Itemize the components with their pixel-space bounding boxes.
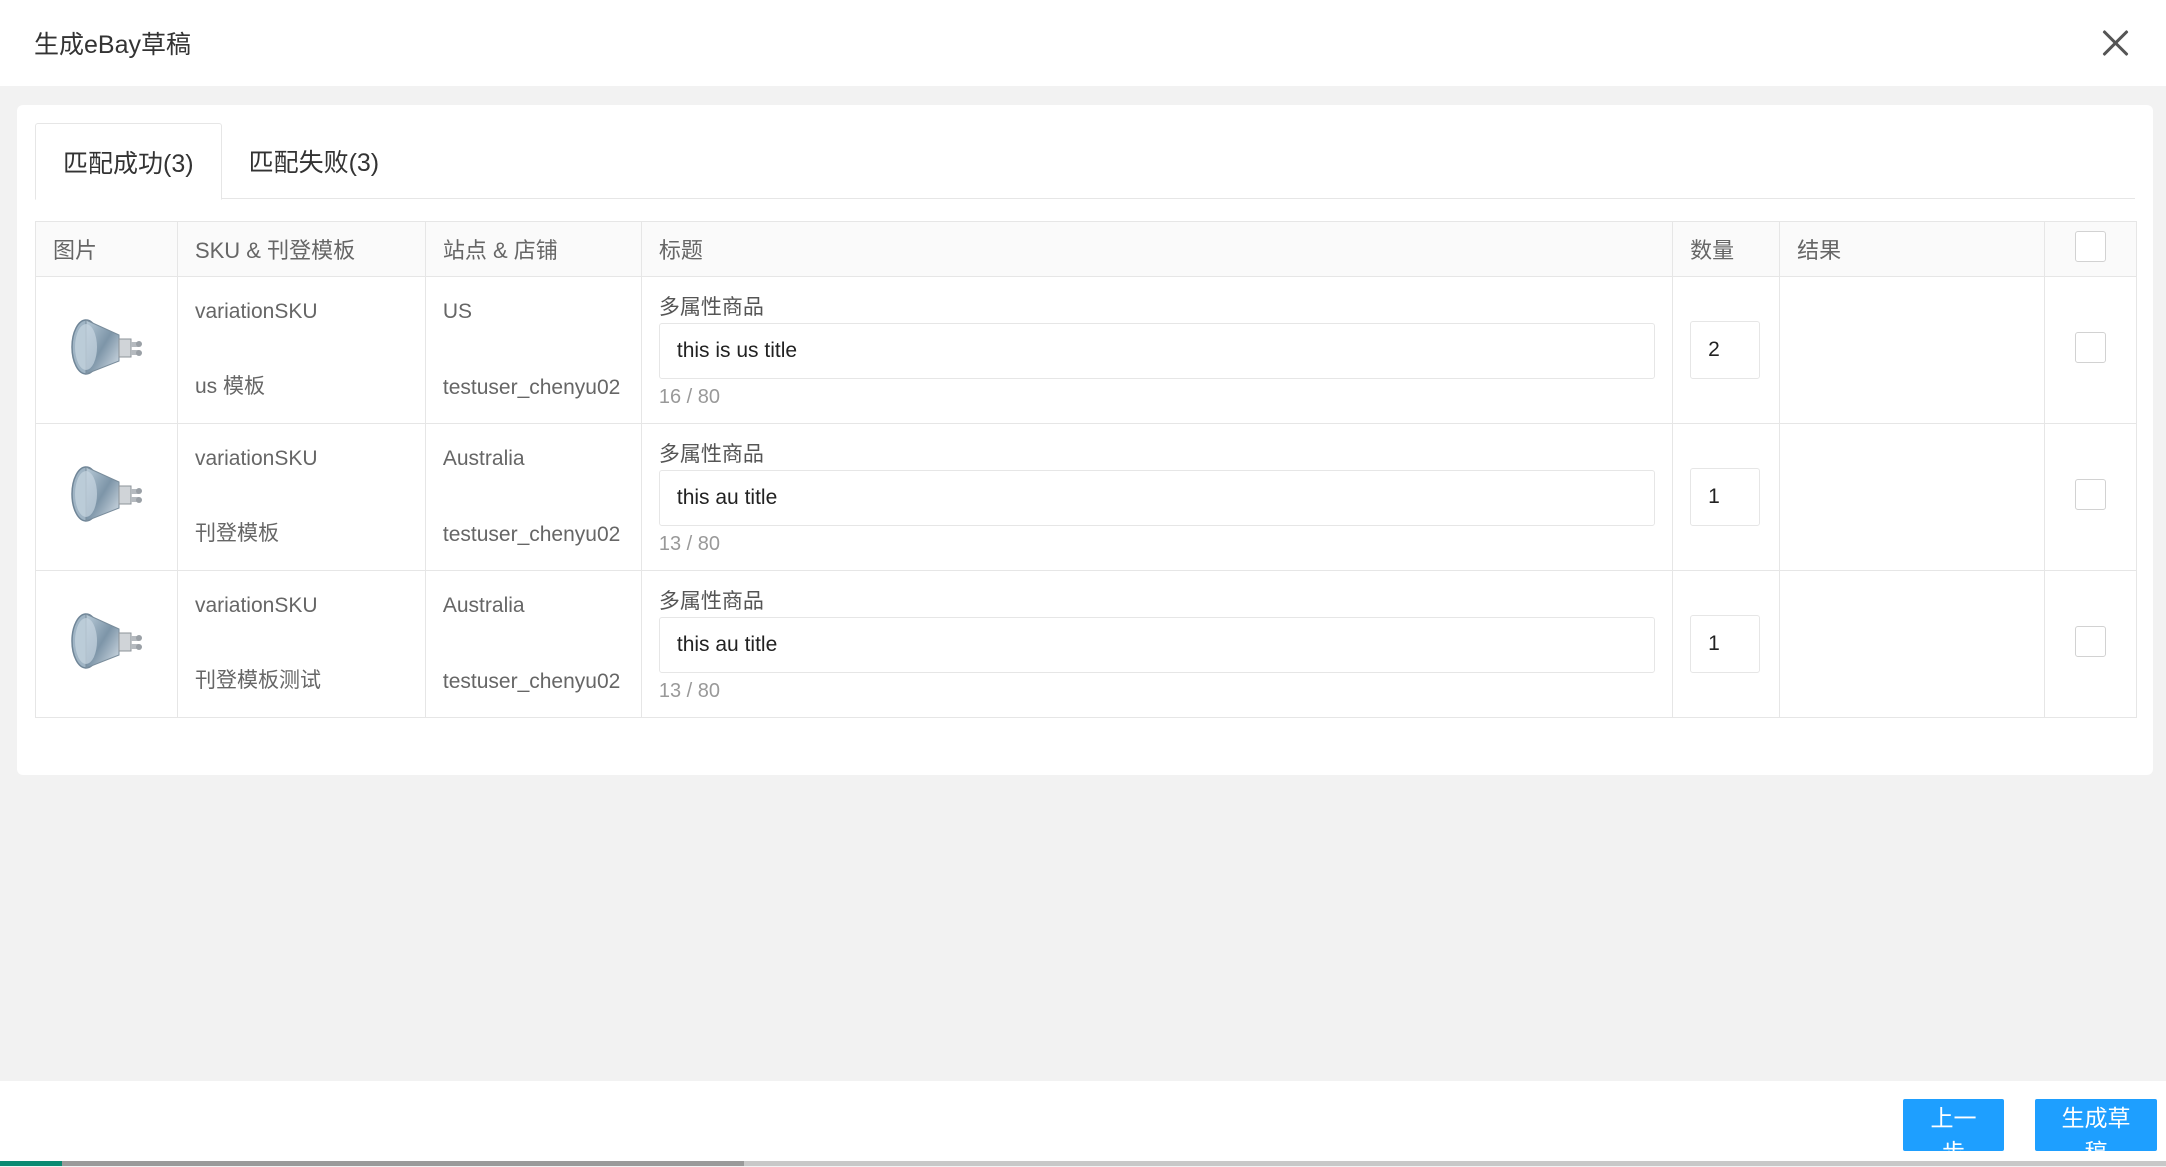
sku-value: variationSKU xyxy=(194,594,318,617)
title-type-label: 多属性商品 xyxy=(658,443,764,466)
image-cell xyxy=(35,276,178,424)
title-char-count: 13 / 80 xyxy=(658,533,721,555)
title-char-count: 13 / 80 xyxy=(658,680,721,702)
content-panel: 匹配成功(3) 匹配失败(3) 图片 SKU & 刊登模板 站点 & 店铺 标题… xyxy=(17,105,2153,775)
header-sku: SKU & 刊登模板 xyxy=(176,221,426,277)
select-all-checkbox[interactable] xyxy=(2074,230,2106,262)
site-value: US xyxy=(442,300,473,323)
site-value: Australia xyxy=(442,447,525,470)
header-select-all xyxy=(2043,221,2138,277)
table-row: variationSKU 刊登模板测试 Australia testuser_c… xyxy=(35,570,2138,718)
row-checkbox[interactable] xyxy=(2074,478,2106,510)
image-cell xyxy=(35,570,178,718)
dialog-title: 生成eBay草稿 xyxy=(34,31,191,59)
row-checkbox[interactable] xyxy=(2074,331,2106,363)
sku-value: variationSKU xyxy=(194,447,318,470)
title-input[interactable] xyxy=(658,470,1656,526)
site-value: Australia xyxy=(442,594,525,617)
select-cell xyxy=(2043,423,2138,571)
qty-cell xyxy=(1672,570,1781,718)
result-cell xyxy=(1779,570,2045,718)
quantity-input[interactable] xyxy=(1690,321,1761,379)
sku-cell: variationSKU us 模板 xyxy=(176,276,426,424)
sku-value: variationSKU xyxy=(194,300,318,323)
title-input[interactable] xyxy=(658,617,1656,673)
qty-cell xyxy=(1672,423,1781,571)
table-row: variationSKU us 模板 US testuser_chenyu02 … xyxy=(35,276,2138,424)
store-value: testuser_chenyu02 xyxy=(442,670,621,693)
sku-cell: variationSKU 刊登模板 xyxy=(176,423,426,571)
title-cell: 多属性商品 13 / 80 xyxy=(640,570,1674,718)
qty-cell xyxy=(1672,276,1781,424)
result-cell xyxy=(1779,276,2045,424)
select-cell xyxy=(2043,276,2138,424)
image-cell xyxy=(35,423,178,571)
store-value: testuser_chenyu02 xyxy=(442,376,621,399)
draft-table: 图片 SKU & 刊登模板 站点 & 店铺 标题 数量 结果 variation… xyxy=(35,221,2138,718)
tab-bar: 匹配成功(3) 匹配失败(3) xyxy=(35,123,2135,200)
generate-draft-button[interactable]: 生成草稿 xyxy=(2035,1099,2157,1165)
title-char-count: 16 / 80 xyxy=(658,386,721,408)
header-title: 标题 xyxy=(640,221,1674,277)
table-row: variationSKU 刊登模板 Australia testuser_che… xyxy=(35,423,2138,571)
quantity-input[interactable] xyxy=(1690,615,1761,673)
store-value: testuser_chenyu02 xyxy=(442,523,621,546)
template-value: us 模板 xyxy=(194,375,265,398)
dialog-footer: 上一步 生成草稿 xyxy=(0,1081,2166,1165)
bottom-strip xyxy=(0,1161,2166,1166)
title-type-label: 多属性商品 xyxy=(658,296,764,319)
site-cell: Australia testuser_chenyu02 xyxy=(424,423,642,571)
result-cell xyxy=(1779,423,2045,571)
table-header-row: 图片 SKU & 刊登模板 站点 & 店铺 标题 数量 结果 xyxy=(35,221,2138,277)
header-result: 结果 xyxy=(1779,221,2045,277)
row-checkbox[interactable] xyxy=(2074,625,2106,657)
bulb-icon xyxy=(71,319,143,375)
tab-match-success[interactable]: 匹配成功(3) xyxy=(35,123,222,200)
title-cell: 多属性商品 16 / 80 xyxy=(640,276,1674,424)
select-cell xyxy=(2043,570,2138,718)
sku-cell: variationSKU 刊登模板测试 xyxy=(176,570,426,718)
site-cell: US testuser_chenyu02 xyxy=(424,276,642,424)
dialog-header: 生成eBay草稿 xyxy=(0,0,2166,86)
quantity-input[interactable] xyxy=(1690,468,1761,526)
close-icon[interactable] xyxy=(2100,28,2130,58)
bulb-icon xyxy=(71,613,143,669)
title-input[interactable] xyxy=(658,323,1656,379)
template-value: 刊登模板 xyxy=(194,522,279,545)
tab-match-failed[interactable]: 匹配失败(3) xyxy=(222,123,407,199)
bulb-icon xyxy=(71,466,143,522)
prev-step-button[interactable]: 上一步 xyxy=(1903,1099,2004,1165)
title-type-label: 多属性商品 xyxy=(658,590,764,613)
title-cell: 多属性商品 13 / 80 xyxy=(640,423,1674,571)
site-cell: Australia testuser_chenyu02 xyxy=(424,570,642,718)
header-qty: 数量 xyxy=(1672,221,1781,277)
template-value: 刊登模板测试 xyxy=(194,669,321,692)
header-site: 站点 & 店铺 xyxy=(424,221,642,277)
header-image: 图片 xyxy=(35,221,178,277)
